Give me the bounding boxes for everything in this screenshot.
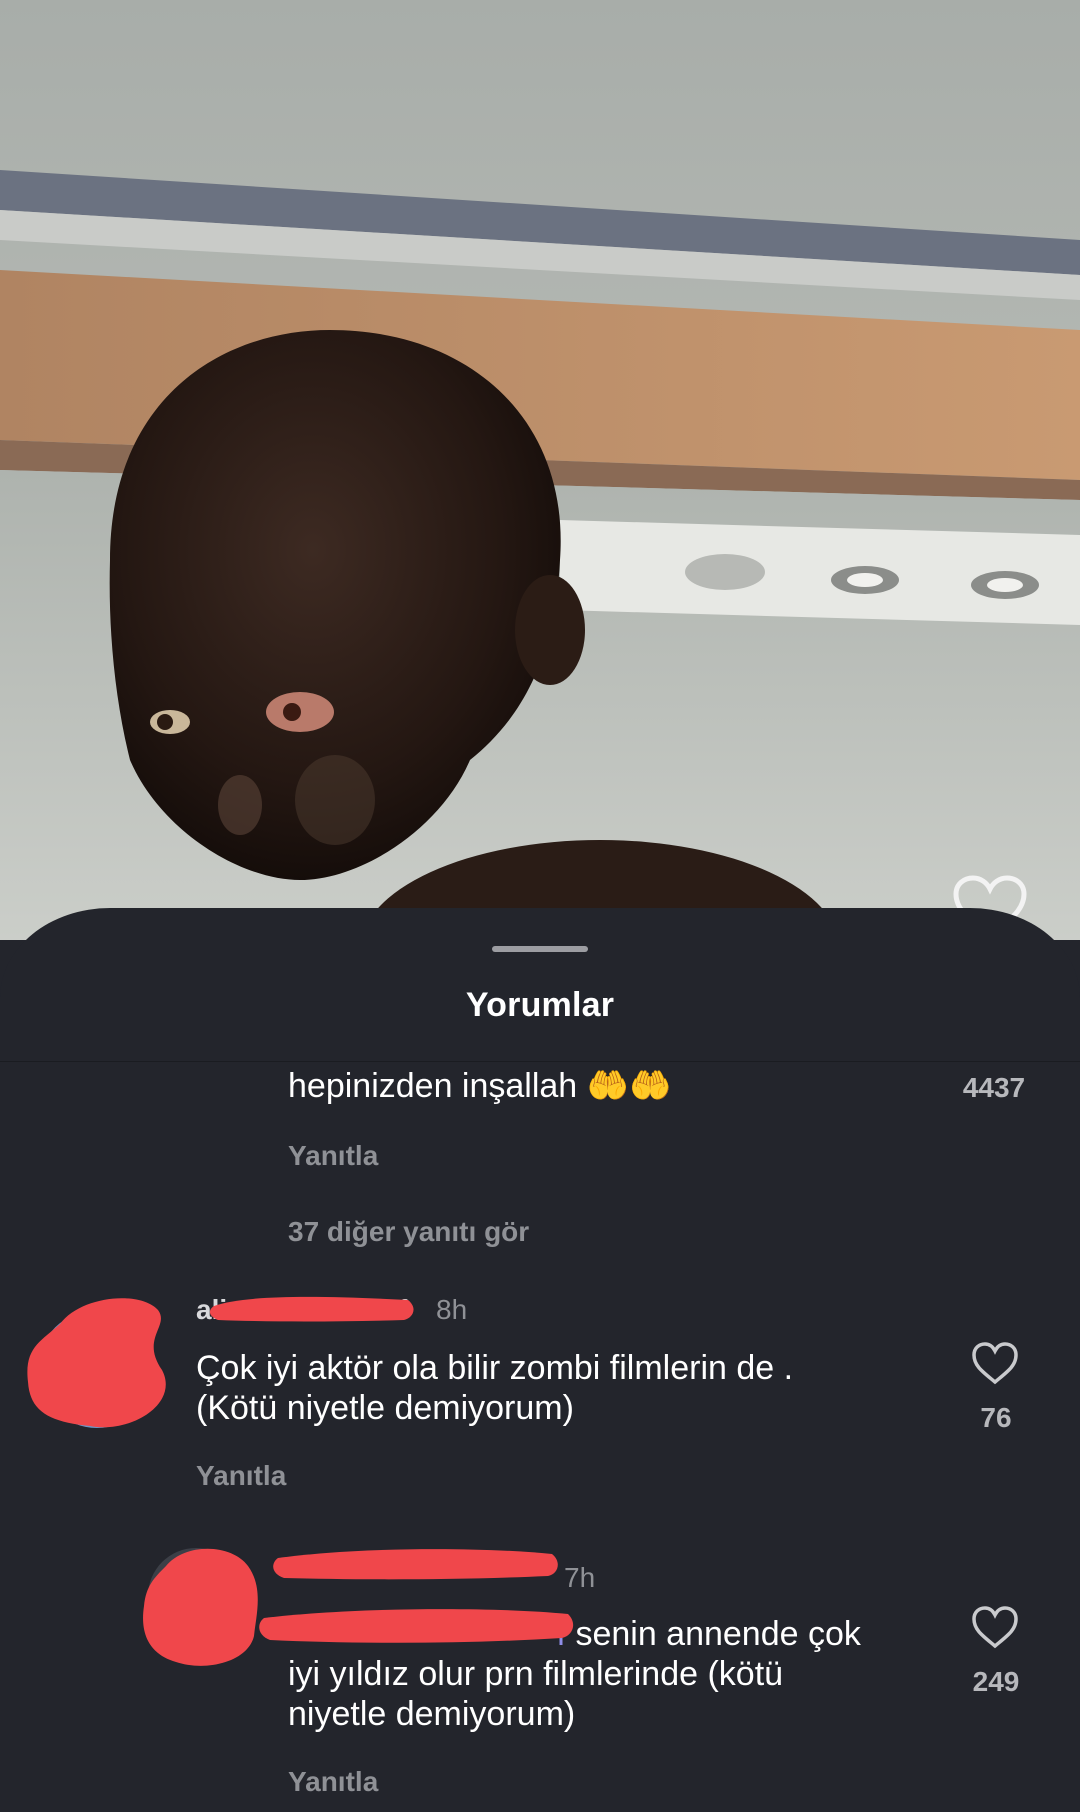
comment-text-line2: (Kötü niyetle demiyorum) [196,1389,574,1427]
reply-button[interactable]: Yanıtla [288,1140,378,1172]
comment-text-line1: f senin annende çok [288,1614,861,1654]
username-end[interactable]: f [398,1294,407,1326]
username[interactable]: ali [196,1294,227,1326]
heart-outline-icon[interactable] [970,1340,1020,1386]
comment-text-line2: iyi yıldız olur prn filmlerinde (kötü [288,1655,784,1693]
redaction-mark [209,1296,414,1322]
view-more-replies-button[interactable]: 37 diğer yanıtı gör [288,1216,529,1248]
avatar[interactable] [148,1548,244,1644]
redaction-mark [273,1549,558,1580]
comments-sheet: Yorumlar hepinizden inşallah 🤲🤲 4437 Yan… [0,908,1080,1812]
video-frame[interactable] [0,0,1080,940]
sheet-title: Yorumlar [465,986,615,1024]
screen: Yorumlar hepinizden inşallah 🤲🤲 4437 Yan… [0,0,1080,1812]
reply-button[interactable]: Yanıtla [196,1460,286,1492]
reply-button[interactable]: Yanıtla [288,1766,378,1798]
comment-time: 7h [564,1562,596,1593]
like-count: 249 [972,1666,1020,1697]
mention-link[interactable]: f [288,1614,566,1654]
comment-text-line3: niyetle demiyorum) [288,1695,576,1733]
video-still-image [0,0,1080,940]
like-count: 4437 [962,1072,1026,1103]
comment-text: hepinizden inşallah 🤲🤲 [288,1067,672,1105]
comment-text-line1: Çok iyi aktör ola bilir zombi filmlerin … [196,1349,794,1387]
drag-handle[interactable] [492,946,588,952]
divider [0,1061,1080,1062]
comment-time: 8h [436,1294,468,1325]
avatar[interactable] [38,1310,156,1428]
heart-outline-icon[interactable] [970,1604,1020,1650]
like-count: 76 [980,1402,1012,1433]
